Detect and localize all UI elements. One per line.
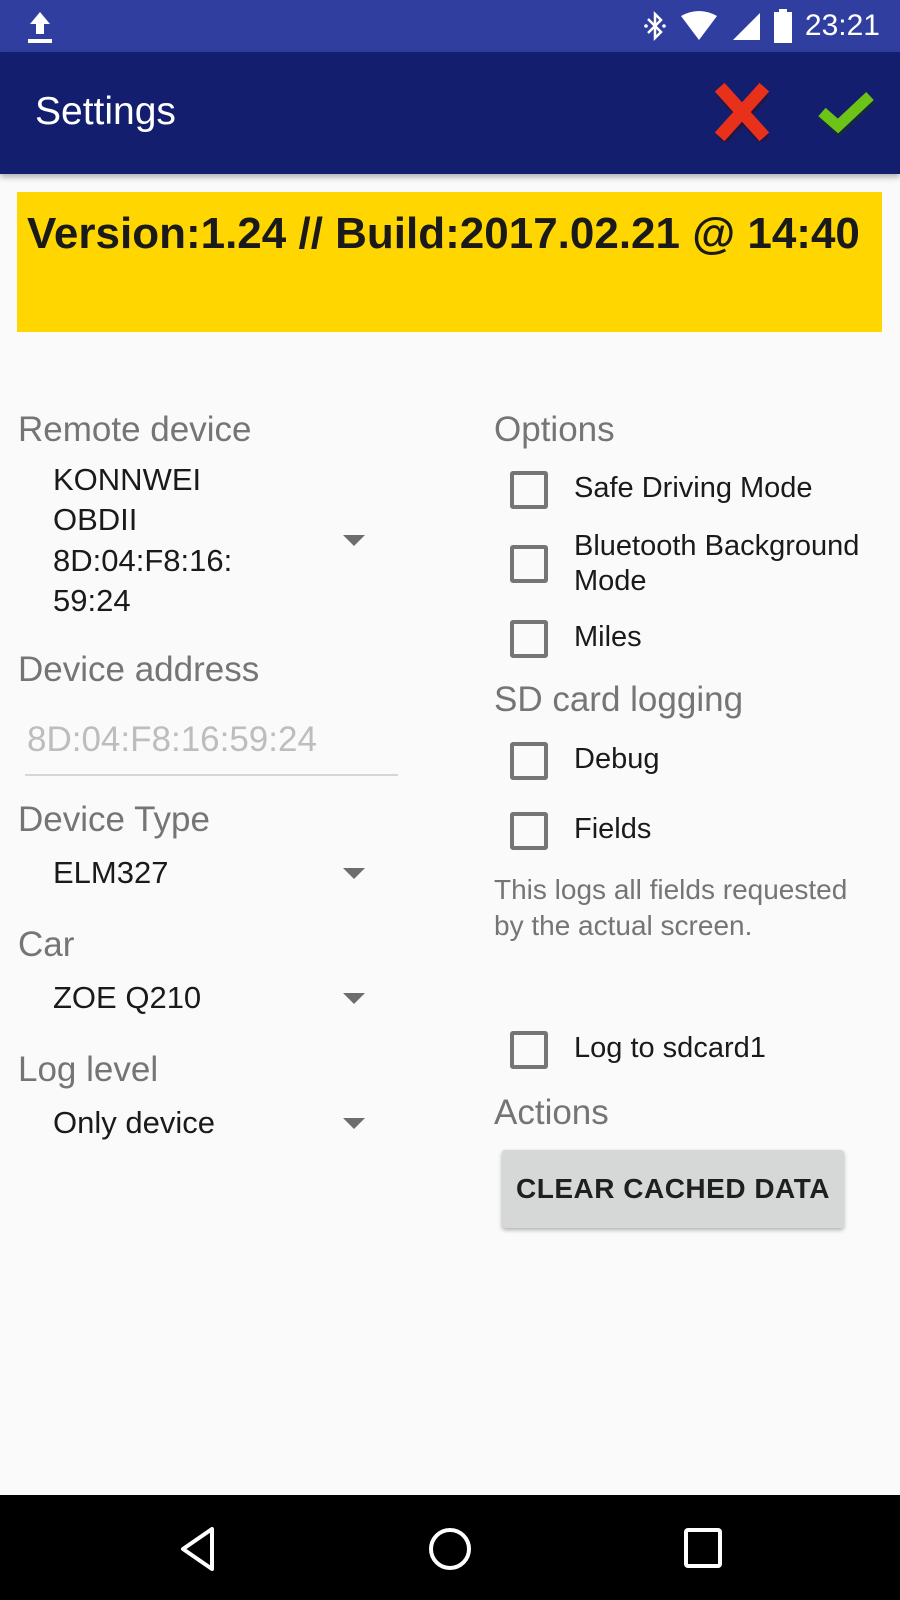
clear-cached-data-button[interactable]: CLEAR CACHED DATA: [502, 1150, 844, 1228]
version-banner: Version:1.24 // Build:2017.02.21 @ 14:40: [17, 192, 882, 332]
device-type-label: Device Type: [18, 800, 210, 839]
bluetooth-background-checkbox-row[interactable]: Bluetooth Background Mode: [510, 529, 894, 599]
fields-help-text: This logs all fields requested by the ac…: [494, 874, 848, 941]
cancel-button[interactable]: [712, 82, 772, 142]
log-to-sdcard-checkbox-row[interactable]: Log to sdcard1: [510, 1031, 766, 1069]
debug-checkbox[interactable]: [510, 742, 548, 780]
remote-device-line: 8D:04:F8:16:: [53, 543, 233, 578]
device-address-input[interactable]: 8D:04:F8:16:59:24: [25, 720, 398, 776]
checkbox-label: Debug: [574, 743, 660, 775]
safe-driving-checkbox[interactable]: [510, 471, 548, 509]
battery-icon: [773, 9, 792, 43]
log-to-sdcard-checkbox[interactable]: [510, 1031, 548, 1069]
device-address-placeholder: 8D:04:F8:16:59:24: [27, 720, 317, 759]
checkbox-label: Log to sdcard1: [574, 1032, 766, 1064]
wifi-icon: [680, 11, 717, 40]
fields-checkbox[interactable]: [510, 812, 548, 850]
upload-icon: [28, 12, 52, 43]
green-check-icon: [818, 91, 876, 138]
clock: 23:21: [804, 9, 880, 42]
status-icons: 23:21: [643, 0, 880, 52]
confirm-button[interactable]: [816, 82, 876, 142]
red-x-icon: [714, 82, 770, 142]
device-type-value: ELM327: [53, 855, 169, 890]
actions-header: Actions: [494, 1093, 609, 1132]
signal-icon: [732, 13, 760, 40]
log-level-value: Only device: [53, 1105, 215, 1140]
checkbox-label: Fields: [574, 813, 652, 845]
miles-checkbox[interactable]: [510, 620, 548, 658]
dropdown-arrow-icon: [343, 535, 365, 546]
safe-driving-checkbox-row[interactable]: Safe Driving Mode: [510, 471, 813, 509]
bluetooth-background-checkbox[interactable]: [510, 545, 548, 583]
device-address-label: Device address: [18, 650, 260, 689]
page-title: Settings: [35, 90, 176, 133]
remote-device-label: Remote device: [18, 410, 252, 449]
dropdown-arrow-icon: [343, 993, 365, 1004]
remote-device-line: OBDII: [53, 502, 138, 537]
app-bar: Settings: [0, 52, 900, 174]
log-level-label: Log level: [18, 1050, 159, 1089]
sd-card-logging-header: SD card logging: [494, 680, 744, 719]
home-icon[interactable]: [415, 1515, 485, 1579]
car-label: Car: [18, 925, 75, 964]
dropdown-arrow-icon: [343, 1118, 365, 1129]
checkbox-label: Miles: [574, 621, 642, 653]
options-header: Options: [494, 410, 615, 449]
checkbox-label: Safe Driving Mode: [574, 472, 813, 504]
back-icon[interactable]: [161, 1515, 231, 1579]
remote-device-line: 59:24: [53, 583, 131, 618]
status-bar: 23:21: [0, 0, 900, 52]
bluetooth-icon: [644, 10, 666, 42]
miles-checkbox-row[interactable]: Miles: [510, 620, 642, 658]
navigation-bar: [0, 1495, 900, 1600]
recents-icon[interactable]: [668, 1515, 738, 1579]
version-text: Version:1.24 // Build:2017.02.21 @ 14:40: [27, 209, 860, 258]
dropdown-arrow-icon: [343, 868, 365, 879]
debug-checkbox-row[interactable]: Debug: [510, 742, 659, 780]
car-value: ZOE Q210: [53, 980, 202, 1015]
checkbox-label: Bluetooth Background Mode: [574, 530, 860, 597]
remote-device-line: KONNWEI: [53, 462, 202, 497]
fields-checkbox-row[interactable]: Fields: [510, 812, 651, 850]
